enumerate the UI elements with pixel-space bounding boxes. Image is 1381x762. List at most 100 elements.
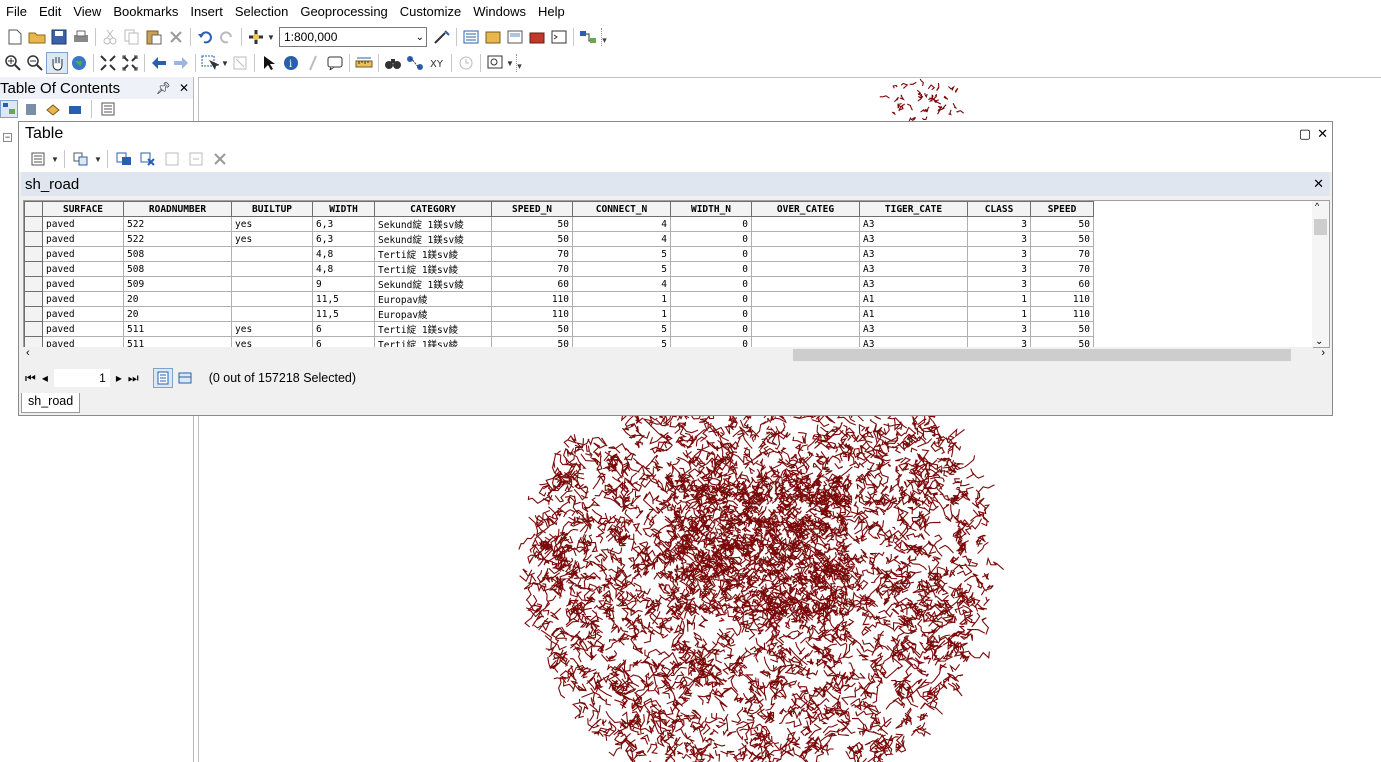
table-cell[interactable]	[231, 246, 313, 262]
table-cell[interactable]: 0	[670, 246, 752, 262]
toc-options-icon[interactable]	[99, 100, 117, 118]
table-options-dropdown-icon[interactable]: ▼	[51, 155, 59, 164]
table-cell[interactable]: 1	[967, 306, 1031, 322]
create-viewer-window-icon[interactable]	[484, 52, 506, 74]
related-tables-dropdown-icon[interactable]: ▼	[94, 155, 102, 164]
copy-icon[interactable]	[121, 26, 143, 48]
zoom-in-icon[interactable]	[2, 52, 24, 74]
list-by-drawing-order-icon[interactable]	[0, 100, 18, 118]
table-cell[interactable]: yes	[231, 216, 313, 232]
row-selector[interactable]	[24, 306, 43, 322]
toolbar-overflow-icon[interactable]: ▾	[516, 54, 522, 72]
time-slider-icon[interactable]	[455, 52, 477, 74]
table-cell[interactable]: paved	[42, 306, 124, 322]
save-icon[interactable]	[48, 26, 70, 48]
table-cell[interactable]: 6,3	[312, 231, 375, 247]
table-cell[interactable]: 4	[572, 276, 671, 292]
table-cell[interactable]: A3	[859, 261, 968, 277]
show-all-records-icon[interactable]	[152, 368, 173, 388]
table-cell[interactable]: 3	[967, 321, 1031, 337]
related-tables-icon[interactable]	[70, 148, 92, 170]
zoom-to-selected-icon[interactable]	[185, 148, 207, 170]
table-cell[interactable]: 6,3	[312, 216, 375, 232]
column-header[interactable]: OVER_CATEG	[751, 201, 860, 217]
table-cell[interactable]: 509	[123, 276, 232, 292]
row-selector[interactable]	[24, 321, 43, 337]
table-cell[interactable]: 5	[572, 321, 671, 337]
table-row[interactable]: paved 522 yes 6,3 Sekund綻 1鎂sv綾 50 4 0 A3 3 50	[24, 216, 1094, 232]
arctoolbox-icon[interactable]	[526, 26, 548, 48]
table-cell[interactable]: A3	[859, 276, 968, 292]
table-cell[interactable]: paved	[42, 216, 124, 232]
table-cell[interactable]: 1	[967, 291, 1031, 307]
html-popup-icon[interactable]	[324, 52, 346, 74]
table-cell[interactable]: yes	[231, 231, 313, 247]
table-cell[interactable]	[751, 261, 860, 277]
table-cell[interactable]: A3	[859, 321, 968, 337]
table-row[interactable]: paved 509 9 Sekund綻 1鎂sv綾 60 4 0 A3 3 60	[24, 276, 1094, 292]
table-cell[interactable]: Sekund綻 1鎂sv綾	[374, 231, 492, 247]
table-cell[interactable]: 110	[1030, 291, 1094, 307]
add-data-icon[interactable]	[245, 26, 267, 48]
clear-selection-icon[interactable]	[161, 148, 183, 170]
vertical-scroll-thumb[interactable]	[1314, 219, 1327, 235]
menu-view[interactable]: View	[69, 0, 109, 24]
table-cell[interactable]: Europav綾	[374, 306, 492, 322]
chevron-down-icon[interactable]: ⌄	[416, 32, 424, 43]
menu-edit[interactable]: Edit	[35, 0, 69, 24]
table-cell[interactable]: 0	[670, 291, 752, 307]
last-record-icon[interactable]: ⏭︎	[128, 371, 139, 386]
table-cell[interactable]	[751, 216, 860, 232]
table-cell[interactable]: 4,8	[312, 261, 375, 277]
menu-customize[interactable]: Customize	[396, 0, 469, 24]
editor-toolbar-icon[interactable]	[431, 26, 453, 48]
table-cell[interactable]: paved	[42, 321, 124, 337]
table-cell[interactable]: 110	[491, 306, 573, 322]
table-cell[interactable]: A3	[859, 231, 968, 247]
new-document-icon[interactable]	[4, 26, 26, 48]
pan-hand-icon[interactable]	[46, 52, 68, 74]
horizontal-scroll-thumb[interactable]	[793, 349, 1291, 361]
column-header[interactable]: CONNECT_N	[572, 201, 671, 217]
close-icon[interactable]: ✕	[179, 81, 189, 95]
scroll-up-icon[interactable]: ^	[1315, 201, 1319, 211]
table-cell[interactable]: 3	[967, 216, 1031, 232]
row-selector[interactable]	[24, 276, 43, 292]
table-cell[interactable]: 1	[572, 306, 671, 322]
table-cell[interactable]: 0	[670, 276, 752, 292]
fixed-zoom-out-icon[interactable]	[119, 52, 141, 74]
table-row[interactable]: paved 20 11,5 Europav綾 110 1 0 A1 1 110	[24, 306, 1094, 322]
clear-selection-icon[interactable]	[229, 52, 251, 74]
table-cell[interactable]: 5	[572, 246, 671, 262]
add-data-dropdown-icon[interactable]: ▼	[267, 33, 275, 42]
vertical-scrollbar[interactable]: ^ ⌄	[1312, 201, 1329, 347]
table-cell[interactable]	[231, 291, 313, 307]
toc-window-icon[interactable]	[460, 26, 482, 48]
python-window-icon[interactable]	[548, 26, 570, 48]
table-cell[interactable]	[751, 291, 860, 307]
table-cell[interactable]: 50	[491, 321, 573, 337]
select-elements-arrow-icon[interactable]	[258, 52, 280, 74]
table-cell[interactable]: 110	[1030, 306, 1094, 322]
table-cell[interactable]: 3	[967, 231, 1031, 247]
next-record-icon[interactable]: ▸	[116, 371, 122, 385]
table-cell[interactable]: Terti綻 1鎂sv綾	[374, 246, 492, 262]
table-cell[interactable]: paved	[42, 261, 124, 277]
table-cell[interactable]: 0	[670, 231, 752, 247]
menu-insert[interactable]: Insert	[186, 0, 231, 24]
column-header[interactable]: BUILTUP	[231, 201, 313, 217]
table-cell[interactable]: 110	[491, 291, 573, 307]
print-icon[interactable]	[70, 26, 92, 48]
table-cell[interactable]: 508	[123, 261, 232, 277]
column-header[interactable]: ROADNUMBER	[123, 201, 232, 217]
table-cell[interactable]	[751, 321, 860, 337]
previous-record-icon[interactable]: ◂	[42, 371, 48, 385]
table-cell[interactable]: Terti綻 1鎂sv綾	[374, 321, 492, 337]
delete-icon[interactable]	[165, 26, 187, 48]
first-record-icon[interactable]: ⏮︎	[25, 371, 36, 386]
table-cell[interactable]	[751, 246, 860, 262]
table-cell[interactable]: 0	[670, 306, 752, 322]
table-cell[interactable]: 70	[491, 261, 573, 277]
column-header[interactable]: CATEGORY	[374, 201, 492, 217]
viewer-dropdown-icon[interactable]: ▼	[506, 59, 514, 68]
